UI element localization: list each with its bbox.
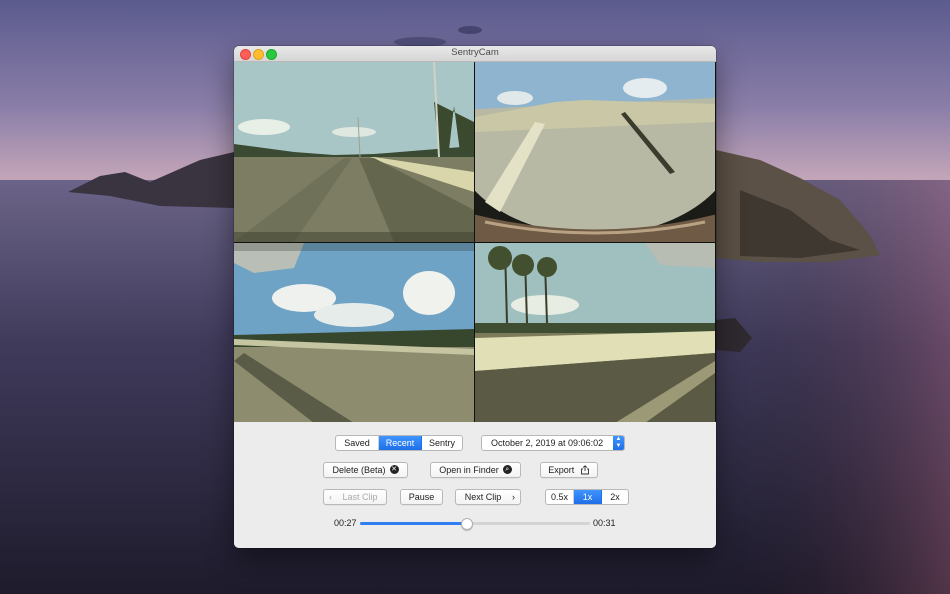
right-camera-view[interactable] — [475, 62, 715, 242]
last-clip-button[interactable]: ‹ Last Clip — [323, 489, 387, 505]
rear-camera-view[interactable] — [475, 243, 715, 423]
speed-half[interactable]: 0.5x — [546, 490, 574, 504]
current-time: 00:27 — [334, 518, 357, 528]
sentrycam-window: SentryCam Saved Recent Sentry October 2,… — [234, 46, 716, 548]
open-in-finder-label: Open in Finder — [439, 465, 499, 475]
pause-button[interactable]: Pause — [400, 489, 443, 505]
last-clip-label: Last Clip — [342, 492, 378, 502]
next-clip-button[interactable]: Next Clip › — [455, 489, 521, 505]
source-segmented-control[interactable]: Saved Recent Sentry — [335, 435, 463, 451]
controls-panel: Saved Recent Sentry October 2, 2019 at 0… — [234, 422, 716, 548]
date-picker[interactable]: October 2, 2019 at 09:06:02 ▲ ▼ — [481, 435, 625, 451]
speed-double[interactable]: 2x — [602, 490, 628, 504]
export-button-label: Export — [548, 465, 575, 475]
share-icon — [580, 464, 589, 475]
chevron-right-icon: › — [512, 492, 515, 502]
up-down-stepper-icon[interactable]: ▲ ▼ — [613, 436, 624, 450]
front-camera-view[interactable] — [234, 62, 474, 242]
export-button[interactable]: Export — [540, 462, 598, 478]
timeline-knob[interactable] — [460, 518, 473, 530]
timeline-progress — [360, 522, 466, 525]
delete-button[interactable]: Delete (Beta) ✕ — [323, 462, 408, 478]
next-clip-label: Next Clip — [464, 492, 502, 502]
tab-recent[interactable]: Recent — [379, 436, 422, 450]
x-circle-icon: ✕ — [389, 465, 399, 475]
left-camera-view[interactable] — [234, 243, 474, 423]
end-time: 00:31 — [593, 518, 616, 528]
camera-grid — [234, 62, 716, 423]
speed-normal[interactable]: 1x — [574, 490, 602, 504]
timeline-slider[interactable] — [360, 518, 590, 530]
magnifier-circle-icon: ⌕ — [502, 465, 512, 475]
open-in-finder-button[interactable]: Open in Finder ⌕ — [430, 462, 521, 478]
date-picker-value: October 2, 2019 at 09:06:02 — [491, 438, 604, 448]
pause-button-label: Pause — [408, 492, 435, 502]
title-bar[interactable]: SentryCam — [234, 46, 716, 62]
tab-sentry[interactable]: Sentry — [422, 436, 462, 450]
delete-button-label: Delete (Beta) — [332, 465, 386, 475]
window-title: SentryCam — [451, 47, 499, 58]
tab-saved[interactable]: Saved — [336, 436, 379, 450]
chevron-left-icon: ‹ — [329, 492, 332, 502]
speed-segmented-control[interactable]: 0.5x 1x 2x — [545, 489, 629, 505]
